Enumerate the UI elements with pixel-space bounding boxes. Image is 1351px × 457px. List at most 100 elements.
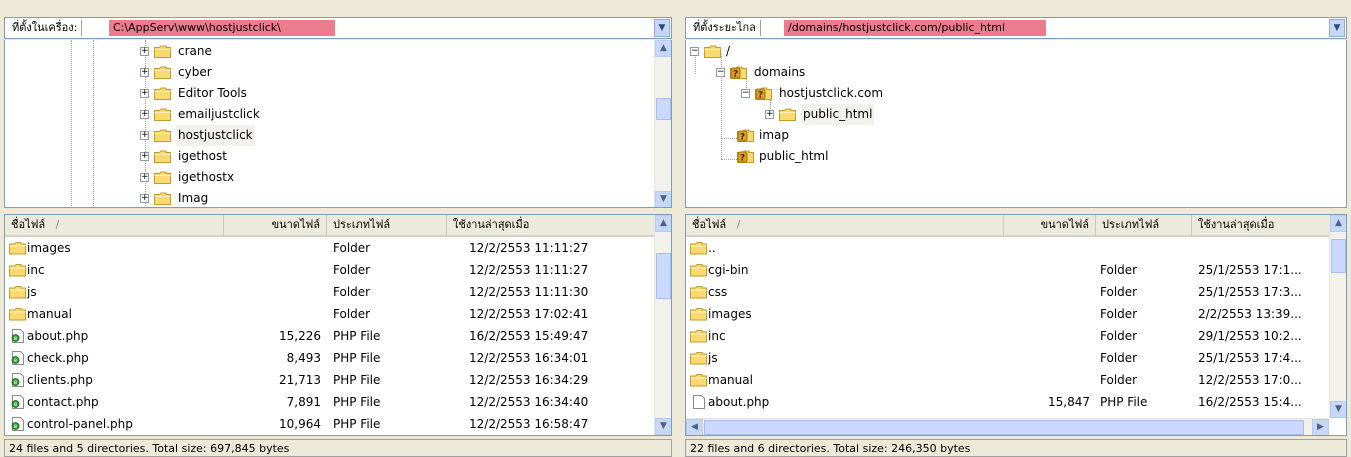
column-header-size[interactable]: ขนาดไฟล์ (1004, 215, 1096, 235)
column-header-type[interactable]: ประเภทไฟล์ (327, 215, 447, 235)
folder-icon (690, 263, 707, 277)
remote-list-scrollbar[interactable]: ▲ ▼ (1329, 215, 1346, 418)
folder-icon (690, 285, 707, 299)
file-row[interactable]: css Folder 25/1/2553 17:3... (686, 281, 1331, 303)
file-row[interactable]: about.php 15,847 PHP File 16/2/2553 15:4... (686, 391, 1331, 413)
column-header-name[interactable]: ชื่อไฟล์ / (5, 215, 224, 235)
column-header-name[interactable]: ชื่อไฟล์ / (686, 215, 1004, 235)
expand-plus-icon[interactable]: + (140, 173, 149, 182)
collapse-minus-icon[interactable]: − (741, 89, 750, 98)
file-row[interactable]: js Folder 25/1/2553 17:4... (686, 347, 1331, 369)
scroll-up-arrow-icon[interactable]: ▲ (1330, 215, 1346, 232)
remote-list-header: ชื่อไฟล์ / ขนาดไฟล์ ประเภทไฟล์ ใช้งานล่า… (686, 215, 1331, 237)
local-path-dropdown-arrow-icon[interactable]: ▼ (654, 19, 670, 37)
scroll-down-arrow-icon[interactable]: ▼ (1330, 401, 1346, 418)
file-type: Folder (1100, 351, 1138, 365)
folder-icon (154, 129, 171, 142)
file-row[interactable]: images Folder 12/2/2553 11:11:27 (5, 237, 656, 259)
local-tree-scrollbar[interactable]: ▲ ▼ (654, 40, 671, 207)
folder-icon (154, 45, 171, 58)
file-row[interactable]: cgi-bin Folder 25/1/2553 17:1... (686, 259, 1331, 281)
folder-icon (9, 307, 26, 321)
collapse-minus-icon[interactable]: − (690, 47, 699, 56)
file-type: Folder (1100, 285, 1138, 299)
file-row[interactable]: control-panel.php 10,964 PHP File 12/2/2553… (5, 413, 656, 435)
remote-list-hscrollbar[interactable]: ◀ ▶ (686, 418, 1329, 435)
file-row[interactable]: .. (686, 237, 1331, 259)
expand-plus-icon[interactable]: + (140, 89, 149, 98)
tree-item-label: cyber (178, 65, 212, 79)
expand-plus-icon[interactable]: + (140, 152, 149, 161)
local-list-scrollbar[interactable]: ▲ ▼ (654, 215, 671, 435)
expand-plus-icon[interactable]: + (140, 131, 149, 140)
expand-plus-icon[interactable]: + (140, 47, 149, 56)
file-type: Folder (333, 285, 371, 299)
local-path-bar[interactable]: ที่ตั้งในเครื่อง: C:\AppServ\www\hostjus… (4, 17, 672, 39)
file-row[interactable]: inc Folder 12/2/2553 11:11:27 (5, 259, 656, 281)
file-row[interactable]: js Folder 12/2/2553 11:11:30 (5, 281, 656, 303)
file-name: js (27, 285, 37, 299)
expand-plus-icon[interactable]: + (765, 110, 774, 119)
tree-item-label: Imag (178, 191, 209, 205)
remote-path-input[interactable]: /domains/hostjustclick.com/public_html (784, 20, 1046, 36)
php-file-icon (9, 417, 26, 431)
file-type: Folder (333, 263, 371, 277)
scroll-up-arrow-icon[interactable]: ▲ (655, 215, 671, 232)
file-modified: 16/2/2553 15:4... (1198, 395, 1302, 409)
file-name: inc (708, 329, 726, 343)
collapse-minus-icon[interactable]: − (716, 68, 725, 77)
tree-item-label: crane (178, 44, 212, 58)
scroll-down-arrow-icon[interactable]: ▼ (655, 418, 671, 435)
file-row[interactable]: images Folder 2/2/2553 13:39... (686, 303, 1331, 325)
scroll-down-arrow-icon[interactable]: ▼ (655, 191, 671, 207)
remote-path-label: ที่ตั้งระยะไกล (689, 20, 761, 36)
scroll-thumb[interactable] (656, 253, 671, 299)
folder-icon (154, 108, 171, 121)
scroll-up-arrow-icon[interactable]: ▲ (655, 40, 671, 57)
file-row[interactable]: manual Folder 12/2/2553 17:02:41 (5, 303, 656, 325)
expand-plus-icon[interactable]: + (140, 194, 149, 203)
folder-icon (704, 45, 721, 58)
local-path-input[interactable]: C:\AppServ\www\hostjustclick\ (109, 20, 335, 36)
remote-file-list: ชื่อไฟล์ / ขนาดไฟล์ ประเภทไฟล์ ใช้งานล่า… (685, 214, 1347, 436)
php-file-icon (9, 373, 26, 387)
sort-indicator-icon: / (55, 218, 60, 231)
file-modified: 12/2/2553 16:58:47 (469, 417, 589, 431)
file-modified: 29/1/2553 10:2... (1198, 329, 1302, 343)
file-name: check.php (27, 351, 89, 365)
file-name: js (708, 351, 718, 365)
file-modified: 12/2/2553 17:0... (1198, 373, 1302, 387)
column-header-modified[interactable]: ใช้งานล่าสุดเมื่อ (447, 215, 656, 235)
scroll-thumb[interactable] (656, 98, 671, 120)
column-header-modified[interactable]: ใช้งานล่าสุดเมื่อ (1192, 215, 1331, 235)
file-size: 21,713 (279, 373, 321, 387)
unknown-folder-icon (755, 87, 772, 100)
scroll-thumb[interactable] (1331, 239, 1346, 273)
tree-item-label: imap (759, 128, 789, 142)
expand-plus-icon[interactable]: + (140, 110, 149, 119)
file-size: 7,891 (286, 395, 321, 409)
scroll-right-arrow-icon[interactable]: ▶ (1312, 419, 1329, 435)
expand-plus-icon[interactable]: + (140, 68, 149, 77)
file-type: Folder (1100, 307, 1138, 321)
column-header-type[interactable]: ประเภทไฟล์ (1096, 215, 1192, 235)
column-header-size[interactable]: ขนาดไฟล์ (224, 215, 327, 235)
file-type: PHP File (333, 351, 381, 365)
file-row[interactable]: clients.php 21,713 PHP File 12/2/2553 16:34… (5, 369, 656, 391)
file-name: clients.php (27, 373, 93, 387)
remote-path-bar[interactable]: ที่ตั้งระยะไกล /domains/hostjustclick.co… (685, 17, 1347, 39)
file-name: about.php (27, 329, 89, 343)
unknown-folder-icon (737, 129, 754, 142)
scroll-thumb[interactable] (704, 420, 1304, 435)
file-modified: 12/2/2553 16:34:40 (469, 395, 589, 409)
file-name: inc (27, 263, 45, 277)
file-row[interactable]: inc Folder 29/1/2553 10:2... (686, 325, 1331, 347)
file-name: contact.php (27, 395, 99, 409)
remote-path-dropdown-arrow-icon[interactable]: ▼ (1329, 19, 1345, 37)
file-row[interactable]: contact.php 7,891 PHP File 12/2/2553 16:34:… (5, 391, 656, 413)
file-row[interactable]: check.php 8,493 PHP File 12/2/2553 16:34:01 (5, 347, 656, 369)
scroll-left-arrow-icon[interactable]: ◀ (686, 419, 703, 435)
file-modified: 16/2/2553 15:49:47 (469, 329, 589, 343)
file-row[interactable]: manual Folder 12/2/2553 17:0... (686, 369, 1331, 391)
file-row[interactable]: about.php 15,226 PHP File 16/2/2553 15:49:4… (5, 325, 656, 347)
